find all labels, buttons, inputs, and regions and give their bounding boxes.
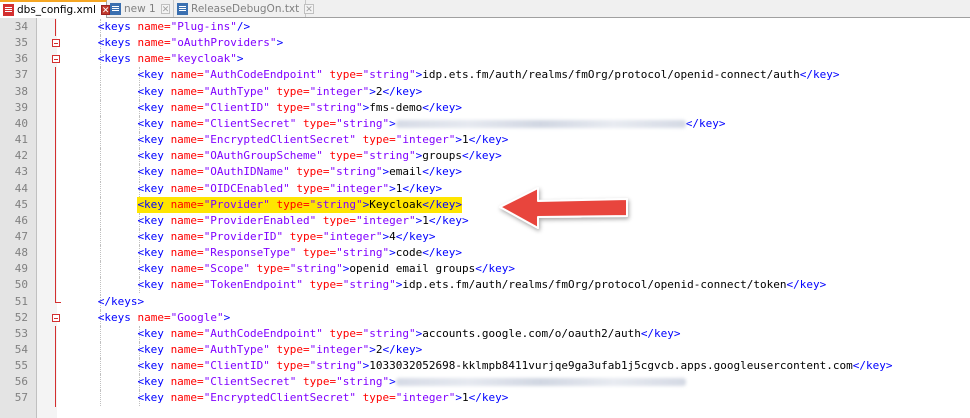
callout-arrow-icon [499, 187, 628, 229]
